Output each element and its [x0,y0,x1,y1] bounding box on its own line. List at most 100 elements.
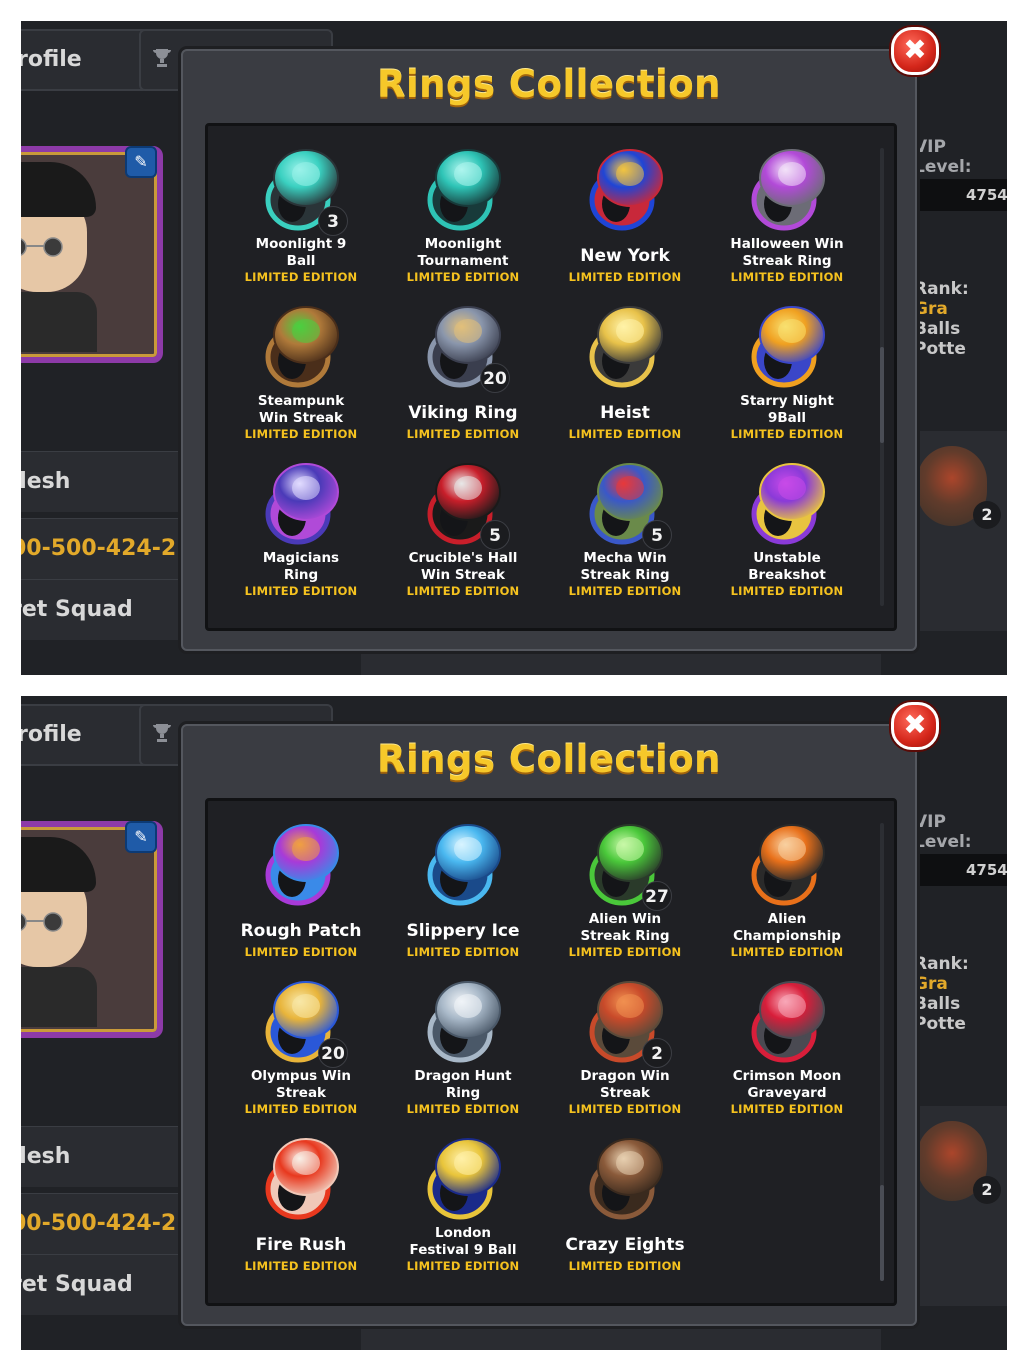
ring-icon [589,149,663,231]
ring-card[interactable]: London Festival 9 Ball LIMITED EDITION [382,1125,544,1275]
pencil-icon: ✎ [134,827,148,846]
ring-name-line: Steampunk [257,393,345,409]
rank-line: Rank: Gra [914,954,1007,994]
ring-edition-label: LIMITED EDITION [568,1259,682,1273]
pencil-icon: ✎ [134,152,148,171]
ring-name-line: Magicians [262,550,340,566]
ring-name-line: Dragon Hunt [414,1068,512,1084]
ring-card[interactable]: Magicians Ring LIMITED EDITION [220,450,382,600]
screenshot-panel-1: rofile ✎ desh 00-500-424-2 ret Squad VIP… [21,21,1007,675]
ring-icon [751,981,825,1063]
ring-name-line: Championship [733,928,841,944]
ring-name-line: Halloween Win [730,236,844,252]
profile-tab[interactable]: rofile [21,704,149,766]
ring-card[interactable]: Dragon Hunt Ring LIMITED EDITION [382,968,544,1118]
ring-card[interactable]: 3 Moonlight 9 Ball LIMITED EDITION [220,136,382,286]
ring-card[interactable]: 5 Mecha Win Streak Ring LIMITED EDITION [544,450,706,600]
ring-count-badge: 5 [642,520,672,550]
ring-card[interactable]: 5 Crucible's Hall Win Streak LIMITED EDITIO… [382,450,544,600]
ring-name-line: Crucible's Hall [408,550,518,566]
ring-count-badge: 20 [318,1038,348,1068]
ring-name-line: Festival 9 Ball [409,1242,517,1258]
close-button[interactable]: ✖ [891,702,939,750]
ring-card[interactable]: Alien Championship LIMITED EDITION [706,811,868,961]
rings-grid[interactable]: 3 Moonlight 9 Ball LIMITED EDITION Moonlight… [205,123,897,631]
ring-name-line: Tournament [417,253,509,269]
ring-name-line: Alien [767,911,807,927]
ring-name-line: Streak Ring [580,567,670,583]
avatar[interactable] [21,146,163,363]
rank-label: Rank: [914,954,969,974]
balls-potted-label: Balls Potte [914,319,966,359]
ring-count-badge: 5 [480,520,510,550]
rank-line: Rank: Gra [914,279,1007,319]
rank-value: Gra [914,299,948,319]
ring-card[interactable]: Crimson Moon Graveyard LIMITED EDITION [706,968,868,1118]
ring-card[interactable]: 27 Alien Win Streak Ring LIMITED EDITION [544,811,706,961]
ring-name-line: Streak [599,1085,651,1101]
ring-edition-label: LIMITED EDITION [244,270,358,284]
ring-card[interactable]: 2 Dragon Win Streak LIMITED EDITION [544,968,706,1118]
ring-name-line: Streak Ring [742,253,832,269]
ring-icon [265,463,339,545]
ring-name-line: Streak Ring [580,928,670,944]
ring-name-line: New York [580,246,670,266]
ring-icon [427,149,501,231]
ring-edition-label: LIMITED EDITION [406,584,520,598]
side-ring-count: 2 [973,501,1001,529]
scrollbar[interactable] [880,823,884,1281]
ring-name-line: Mecha Win [583,550,667,566]
ring-name-line: Moonlight 9 [255,236,347,252]
ring-icon [265,824,339,906]
ring-edition-label: LIMITED EDITION [568,945,682,959]
avatar[interactable] [21,821,163,1038]
ring-card[interactable]: Starry Night 9Ball LIMITED EDITION [706,293,868,443]
player-id: 00-500-424-2 [21,1193,179,1254]
ring-card[interactable]: Heist LIMITED EDITION [544,293,706,443]
sunglasses-icon [21,912,63,932]
ring-card[interactable]: 20 Olympus Win Streak LIMITED EDITION [220,968,382,1118]
scroll-thumb[interactable] [880,347,884,443]
scrollbar[interactable] [880,148,884,606]
edit-avatar-button[interactable]: ✎ [125,821,157,853]
ring-icon [589,1138,663,1220]
rings-grid[interactable]: Rough Patch LIMITED EDITION Slippery Ice LI… [205,798,897,1306]
player-squad: ret Squad [21,579,179,640]
ring-name-line: 9Ball [767,410,807,426]
ring-edition-label: LIMITED EDITION [730,427,844,441]
profile-tab-label: rofile [21,47,82,72]
ring-count-badge: 20 [480,363,510,393]
ring-card[interactable]: Fire Rush LIMITED EDITION [220,1125,382,1275]
profile-tab-label: rofile [21,722,82,747]
ring-card[interactable]: Steampunk Win Streak LIMITED EDITION [220,293,382,443]
ring-name-line: Win Streak [421,567,505,583]
ring-card[interactable]: 20 Viking Ring LIMITED EDITION [382,293,544,443]
scroll-thumb[interactable] [880,1185,884,1281]
close-button[interactable]: ✖ [891,27,939,75]
ring-icon [751,149,825,231]
ring-card[interactable]: Crazy Eights LIMITED EDITION [544,1125,706,1275]
rank-label: Rank: [914,279,969,299]
ring-card[interactable]: Unstable Breakshot LIMITED EDITION [706,450,868,600]
side-ring-count: 2 [973,1176,1001,1204]
ring-name-line: Olympus Win [250,1068,352,1084]
ring-edition-label: LIMITED EDITION [406,945,520,959]
ring-card[interactable]: Rough Patch LIMITED EDITION [220,811,382,961]
ring-card[interactable]: Moonlight Tournament LIMITED EDITION [382,136,544,286]
ring-edition-label: LIMITED EDITION [730,945,844,959]
player-squad: ret Squad [21,1254,179,1315]
screenshot-panel-2: rofile ✎ desh 00-500-424-2 ret Squad VIP… [21,696,1007,1350]
ring-edition-label: LIMITED EDITION [406,1259,520,1273]
ring-edition-label: LIMITED EDITION [244,427,358,441]
player-name: desh [21,451,179,512]
edit-avatar-button[interactable]: ✎ [125,146,157,178]
balls-potted-label: Balls Potte [914,994,966,1034]
ring-card[interactable]: New York LIMITED EDITION [544,136,706,286]
ring-edition-label: LIMITED EDITION [730,1102,844,1116]
ring-name-line: Breakshot [748,567,826,583]
close-icon: ✖ [903,708,927,741]
ring-card[interactable]: Slippery Ice LIMITED EDITION [382,811,544,961]
ring-name-line: Win Streak [259,410,343,426]
profile-tab[interactable]: rofile [21,29,149,91]
ring-card[interactable]: Halloween Win Streak Ring LIMITED EDITION [706,136,868,286]
